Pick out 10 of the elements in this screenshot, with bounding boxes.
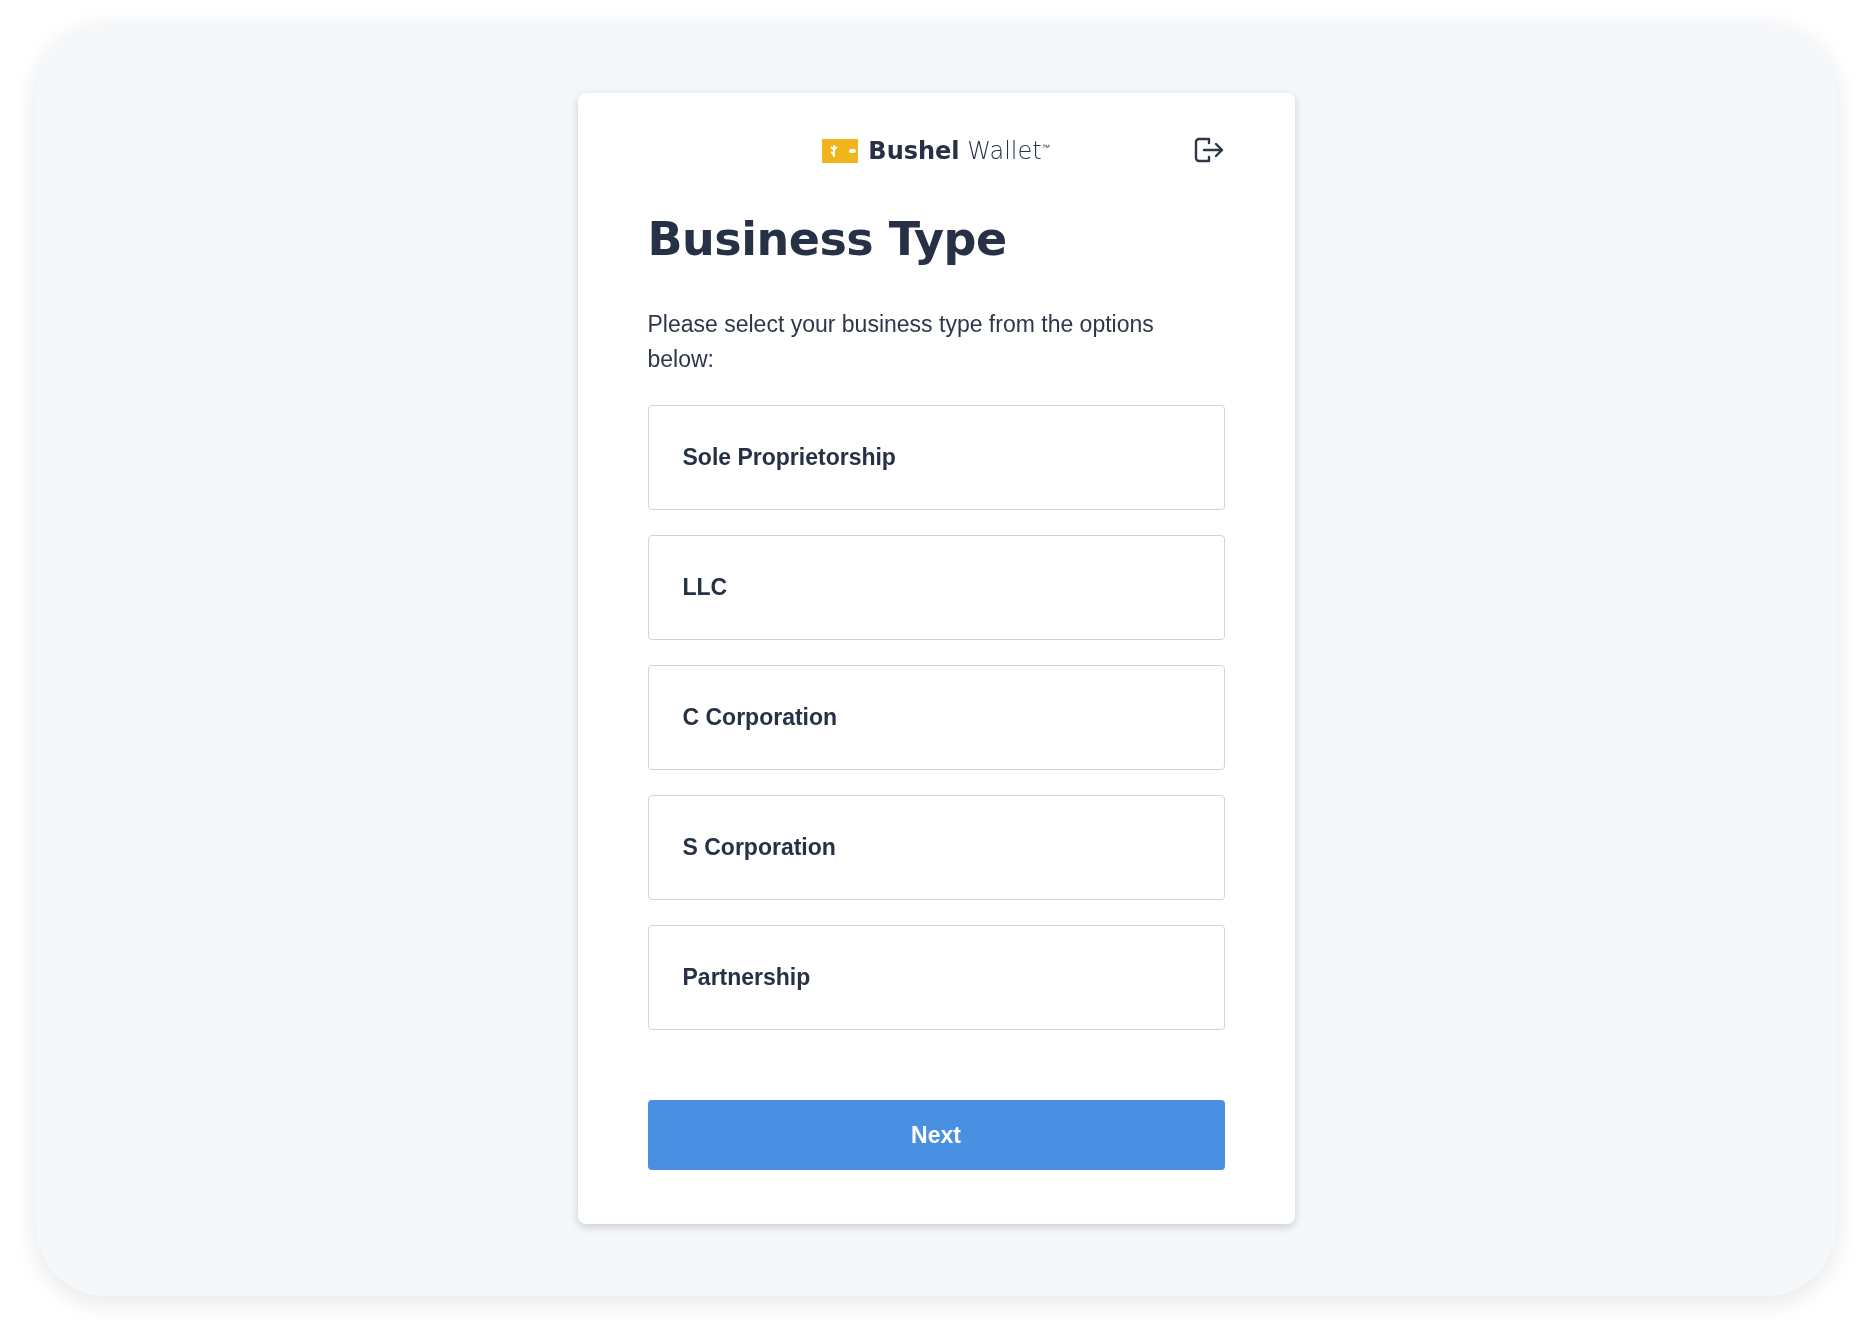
wheat-logo-icon (822, 139, 859, 163)
business-type-option[interactable]: Sole Proprietorship (647, 405, 1225, 510)
page-title: Business Type (647, 211, 1008, 268)
business-type-option[interactable]: S Corporation (647, 795, 1225, 900)
business-type-option[interactable]: C Corporation (647, 665, 1225, 770)
business-type-option[interactable]: Partnership (647, 925, 1225, 1030)
instructions-text: Please select your business type from the options below: (647, 310, 1155, 374)
brand-name: Bushel Wallet$^{™}$ (868, 137, 1050, 165)
sign-out-icon[interactable] (1192, 135, 1225, 165)
business-type-option[interactable]: LLC (647, 535, 1225, 640)
